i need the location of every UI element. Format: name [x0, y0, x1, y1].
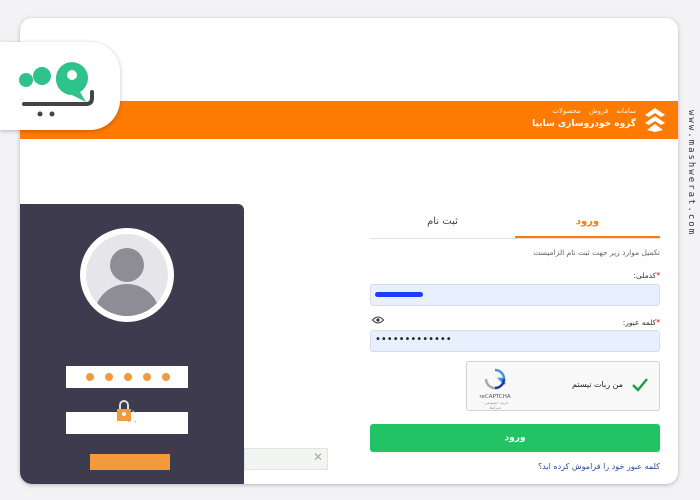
user-avatar-icon — [80, 228, 174, 322]
recaptcha-icon — [484, 368, 506, 390]
brand-block: سامانه فروش محصولات گروه خودروسازی سایپا — [532, 107, 636, 129]
password-label: کلمه عبور: — [622, 318, 657, 327]
username-label-row: *کدملی: — [633, 271, 660, 280]
tab-login[interactable]: ورود — [515, 208, 660, 238]
recaptcha-terms[interactable]: حریم خصوصی - شرایط — [475, 400, 515, 410]
company-title: گروه خودروسازی سایپا — [532, 119, 636, 129]
dismissible-popup: ✕ — [244, 448, 328, 470]
illustration-password-field — [66, 366, 188, 388]
close-icon[interactable]: ✕ — [313, 450, 323, 464]
nav-item-products[interactable]: محصولات — [552, 107, 581, 115]
username-label: کدملی: — [633, 271, 657, 280]
captcha-label: من ربات نیستم — [571, 380, 623, 389]
nav-item-sales[interactable]: فروش — [589, 107, 608, 115]
tab-register[interactable]: ثبت نام — [370, 208, 515, 238]
auth-tabs: ورود ثبت نام — [370, 208, 660, 239]
saipa-logo-icon — [645, 108, 665, 132]
password-value: ••••••••••••• — [375, 334, 452, 345]
redacted-value — [375, 292, 423, 297]
login-illustration — [20, 204, 244, 484]
recaptcha-widget[interactable]: من ربات نیستم reCAPTCHA حریم خصوصی - شرا… — [466, 361, 660, 411]
lock-icon — [117, 400, 136, 422]
watermark-site: www.mashwerat.com — [686, 110, 696, 237]
checkmark-icon[interactable] — [631, 376, 649, 394]
nav-item-system[interactable]: سامانه — [616, 107, 636, 115]
password-label-row: *کلمه عبور: — [622, 318, 660, 327]
header-nav: سامانه فروش محصولات — [532, 107, 636, 115]
recaptcha-brand: reCAPTCHA حریم خصوصی - شرایط — [475, 368, 515, 410]
password-input[interactable]: ••••••••••••• — [370, 330, 660, 352]
mashwerat-logo-icon — [19, 62, 94, 117]
form-hint: تکمیل موارد زیر جهت ثبت نام الزامیست — [533, 248, 660, 257]
illustration-button — [90, 454, 170, 470]
eye-icon[interactable] — [372, 316, 384, 324]
forgot-password-link[interactable]: کلمه عبور خود را فراموش کرده اید؟ — [370, 462, 660, 471]
watermark-logo — [0, 42, 120, 130]
login-submit-button[interactable]: ورود — [370, 424, 660, 452]
national-id-input[interactable] — [370, 284, 660, 306]
